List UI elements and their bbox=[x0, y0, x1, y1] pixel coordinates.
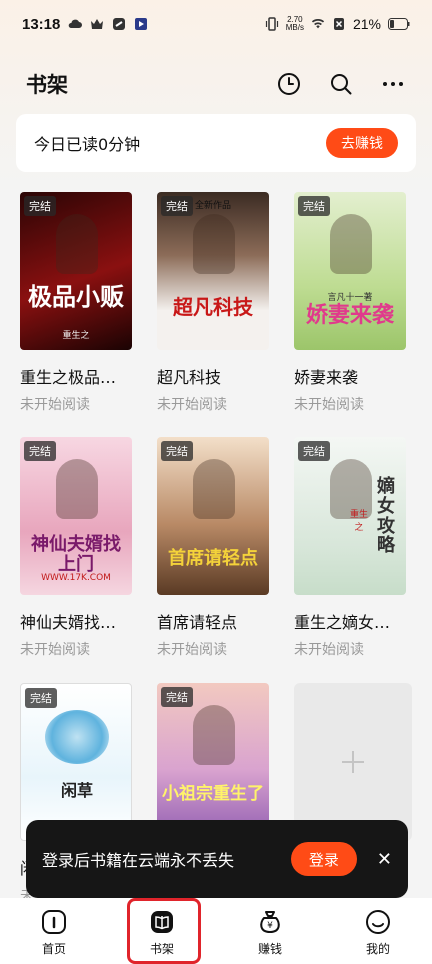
cloud-icon bbox=[69, 19, 83, 28]
book-item[interactable]: 完结嫡女攻略 重生之重生之嫡女… 未开始阅读 bbox=[294, 437, 416, 659]
book-progress: 未开始阅读 bbox=[20, 642, 90, 658]
nav-profile-label: 我的 bbox=[365, 942, 390, 956]
book-title: 娇妻来袭 bbox=[294, 368, 359, 387]
book-progress: 未开始阅读 bbox=[294, 642, 364, 658]
wifi-icon bbox=[311, 18, 325, 29]
profile-icon bbox=[366, 910, 390, 934]
nav-home[interactable]: 首页 bbox=[0, 898, 108, 964]
book-progress: 未开始阅读 bbox=[157, 397, 227, 413]
cover-title-art: 小祖宗重生了 bbox=[162, 784, 264, 804]
cover-illustration bbox=[56, 459, 98, 519]
clock-icon[interactable] bbox=[276, 71, 302, 97]
book-item[interactable]: 完结 娇妻来袭 言凡十一著 娇妻来袭 未开始阅读 bbox=[294, 192, 416, 414]
no-sim-icon bbox=[333, 18, 344, 30]
more-icon[interactable] bbox=[380, 71, 406, 97]
nav-bookshelf[interactable]: 书架 bbox=[108, 898, 216, 964]
book-item[interactable]: 完结 超凡科技 全新作品 超凡科技 未开始阅读 bbox=[157, 192, 279, 414]
status-time: 13:18 bbox=[22, 15, 61, 33]
status-badge: 完结 bbox=[24, 441, 56, 461]
login-button[interactable]: 登录 bbox=[290, 842, 357, 876]
battery-icon bbox=[388, 18, 410, 30]
cover-title-art: 闲草 bbox=[60, 781, 93, 800]
nav-profile[interactable]: 我的 bbox=[324, 898, 432, 964]
close-icon[interactable]: ✕ bbox=[377, 849, 392, 870]
header: 书架 bbox=[0, 62, 432, 106]
status-bar: 13:18 2.70 MB/s 21% bbox=[0, 0, 432, 48]
book-progress: 未开始阅读 bbox=[294, 397, 364, 413]
status-badge: 完结 bbox=[24, 196, 56, 216]
book-cover[interactable]: 完结神仙夫婿找上门 WWW.17K.COM bbox=[20, 437, 132, 595]
home-icon bbox=[42, 910, 66, 934]
page-title: 书架 bbox=[26, 73, 68, 97]
add-book-button[interactable] bbox=[294, 683, 412, 841]
book-cover[interactable]: 完结极品小贩重生之 bbox=[20, 192, 132, 350]
plus-icon bbox=[342, 751, 364, 773]
reading-time-text: 今日已读0分钟 bbox=[34, 135, 141, 154]
cover-subtitle-art: WWW.17K.COM bbox=[41, 573, 111, 583]
book-title: 重生之嫡女… bbox=[294, 613, 391, 632]
bottom-nav: 首页 书架 ¥ 赚钱 我的 bbox=[0, 898, 432, 964]
status-badge: 完结 bbox=[25, 688, 57, 708]
cover-illustration bbox=[193, 459, 235, 519]
earn-money-button[interactable]: 去赚钱 bbox=[326, 128, 398, 158]
bookshelf-icon bbox=[151, 911, 173, 933]
nav-bookshelf-label: 书架 bbox=[149, 942, 174, 956]
book-progress: 未开始阅读 bbox=[157, 642, 227, 658]
book-cover[interactable]: 完结闲草 bbox=[20, 683, 132, 841]
status-badge: 完结 bbox=[161, 687, 193, 707]
battery-level: 21% bbox=[352, 16, 381, 32]
book-cover[interactable]: 完结 小祖宗重生了 bbox=[157, 683, 269, 841]
status-badge: 完结 bbox=[161, 441, 193, 461]
book-cover[interactable]: 完结 超凡科技 全新作品 bbox=[157, 192, 269, 350]
book-item[interactable]: 完结极品小贩重生之重生之极品… 未开始阅读 bbox=[20, 192, 142, 414]
cover-title-art: 娇妻来袭 bbox=[305, 303, 394, 328]
link-app-icon bbox=[113, 18, 126, 30]
status-badge: 完结 bbox=[161, 196, 193, 216]
status-badge: 完结 bbox=[298, 196, 330, 216]
nav-earn-label: 赚钱 bbox=[257, 942, 282, 956]
crown-icon bbox=[91, 19, 104, 29]
login-toast: 登录后书籍在云端永不丢失 登录 ✕ bbox=[26, 820, 408, 898]
cover-title-art: 嫡女攻略 bbox=[377, 476, 395, 557]
book-title: 神仙夫婿找… bbox=[20, 613, 117, 632]
play-app-icon bbox=[135, 18, 148, 30]
book-item[interactable]: 完结 首席请轻点 首席请轻点 未开始阅读 bbox=[157, 437, 279, 659]
cover-illustration bbox=[330, 214, 372, 274]
book-progress: 未开始阅读 bbox=[20, 397, 90, 413]
cover-subtitle-art: 重生之 bbox=[62, 331, 90, 341]
book-cover[interactable]: 完结嫡女攻略 重生之 bbox=[294, 437, 406, 595]
cover-title-art: 超凡科技 bbox=[173, 295, 253, 319]
cover-illustration bbox=[193, 705, 235, 765]
search-icon[interactable] bbox=[328, 71, 354, 97]
cover-illustration bbox=[193, 214, 235, 274]
login-toast-text: 登录后书籍在云端永不丢失 bbox=[42, 851, 235, 870]
nav-home-label: 首页 bbox=[41, 942, 66, 956]
book-item[interactable]: 完结神仙夫婿找上门 WWW.17K.COM 神仙夫婿找… 未开始阅读 bbox=[20, 437, 142, 659]
net-speed-unit: MB/s bbox=[285, 23, 304, 32]
net-speed: 2.70 MB/s bbox=[286, 16, 304, 32]
reading-time-card: 今日已读0分钟 去赚钱 bbox=[16, 114, 416, 172]
book-title: 重生之极品… bbox=[20, 368, 117, 387]
money-bag-icon: ¥ bbox=[260, 911, 280, 933]
book-cover[interactable]: 完结娇妻来袭 言凡十一著 bbox=[294, 192, 406, 350]
vibrate-icon bbox=[265, 17, 278, 31]
cover-subtitle-art: 言凡十一著 bbox=[327, 293, 373, 303]
book-title: 超凡科技 bbox=[157, 368, 222, 387]
book-title: 首席请轻点 bbox=[157, 613, 238, 632]
nav-earn[interactable]: ¥ 赚钱 bbox=[216, 898, 324, 964]
book-cover[interactable]: 完结首席请轻点 bbox=[157, 437, 269, 595]
cover-title-art: 极品小贩 bbox=[28, 283, 124, 311]
cover-title-art: 首席请轻点 bbox=[168, 548, 258, 569]
cover-subtitle-art: 重生之 bbox=[349, 510, 368, 533]
status-badge: 完结 bbox=[298, 441, 330, 461]
svg-text:¥: ¥ bbox=[267, 921, 273, 931]
cover-illustration bbox=[45, 710, 109, 764]
cover-title-art: 神仙夫婿找上门 bbox=[31, 534, 121, 575]
cover-illustration bbox=[56, 214, 98, 274]
